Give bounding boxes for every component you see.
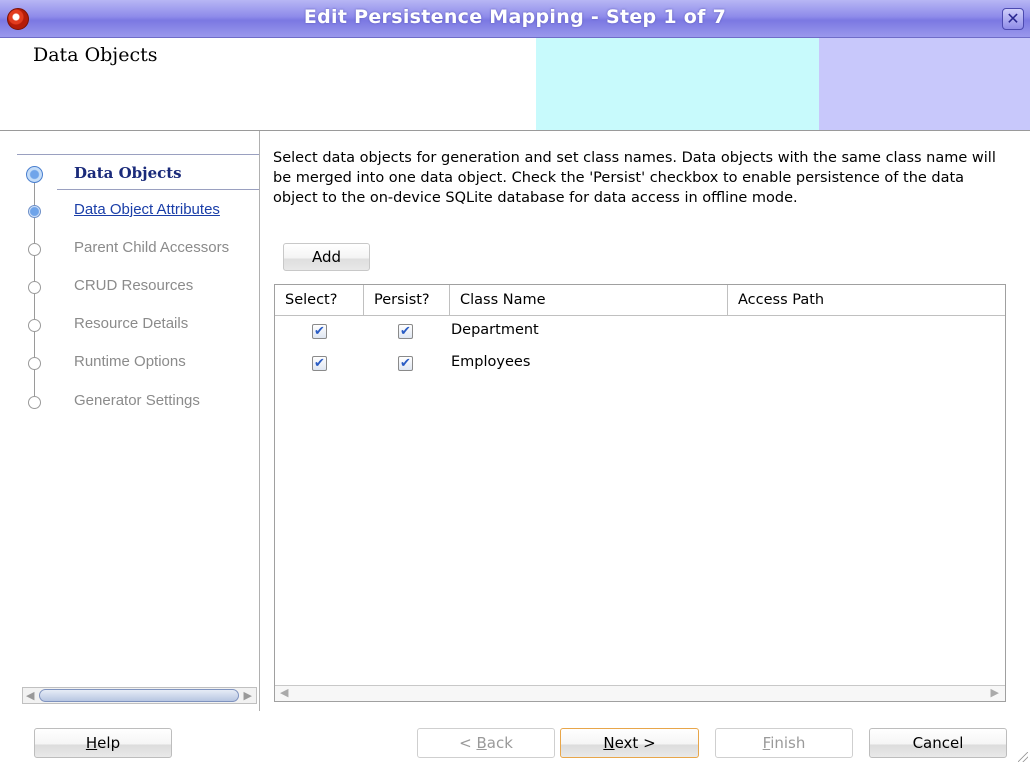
persist-checkbox[interactable]: ✔ bbox=[398, 356, 413, 371]
next-button[interactable]: Next > bbox=[560, 728, 699, 758]
finish-button[interactable]: Finish bbox=[715, 728, 853, 758]
nav-step-label: Data Objects bbox=[74, 164, 182, 182]
add-button[interactable]: Add bbox=[283, 243, 370, 271]
step-pending-icon bbox=[28, 357, 41, 370]
resize-grip-icon[interactable] bbox=[1018, 752, 1028, 762]
nav-selection-divider bbox=[57, 189, 259, 190]
nav-step-generator-settings: Generator Settings bbox=[17, 386, 259, 416]
step-pending-icon bbox=[28, 396, 41, 409]
window-title: Edit Persistence Mapping - Step 1 of 7 bbox=[303, 6, 727, 28]
panel-divider bbox=[259, 131, 260, 711]
scroll-right-icon[interactable]: ▶ bbox=[244, 689, 252, 702]
cancel-button[interactable]: Cancel bbox=[869, 728, 1007, 758]
column-header-access-path[interactable]: Access Path bbox=[728, 285, 1005, 316]
help-mnemonic: H bbox=[85, 734, 98, 752]
next-mnemonic: N bbox=[603, 734, 615, 752]
nav-step-crud-resources: CRUD Resources bbox=[17, 271, 259, 301]
select-checkbox[interactable]: ✔ bbox=[312, 356, 327, 371]
header-decoration-cyan bbox=[536, 38, 819, 130]
scroll-right-icon[interactable]: ▶ bbox=[991, 686, 999, 699]
help-button[interactable]: Help bbox=[34, 728, 172, 758]
title-bar: Edit Persistence Mapping - Step 1 of 7 ✕ bbox=[0, 0, 1030, 38]
close-icon[interactable]: ✕ bbox=[1002, 8, 1024, 30]
column-header-select[interactable]: Select? bbox=[275, 285, 364, 316]
table-header: Select? Persist? Class Name Access Path bbox=[275, 285, 1005, 316]
data-objects-table: Select? Persist? Class Name Access Path … bbox=[274, 284, 1006, 702]
nav-step-runtime-options: Runtime Options bbox=[17, 347, 259, 377]
back-button[interactable]: < Back bbox=[417, 728, 555, 758]
nav-step-label: Resource Details bbox=[74, 315, 189, 332]
scrollbar-thumb[interactable] bbox=[39, 689, 239, 702]
nav-step-label: Parent Child Accessors bbox=[74, 239, 230, 256]
nav-step-label: Generator Settings bbox=[74, 392, 200, 409]
step-pending-icon bbox=[28, 243, 41, 256]
help-label: elp bbox=[97, 734, 121, 752]
class-name-cell[interactable]: Employees bbox=[451, 354, 530, 370]
finish-label: inish bbox=[770, 734, 806, 752]
table-row[interactable]: ✔ ✔ Department bbox=[275, 316, 1005, 348]
step-pending-icon bbox=[28, 319, 41, 332]
persist-checkbox[interactable]: ✔ bbox=[398, 324, 413, 339]
nav-step-data-object-attributes[interactable]: Data Object Attributes bbox=[17, 195, 259, 225]
nav-step-label: Runtime Options bbox=[74, 353, 186, 370]
next-label: ext > bbox=[614, 734, 656, 752]
select-checkbox[interactable]: ✔ bbox=[312, 324, 327, 339]
nav-step-resource-details: Resource Details bbox=[17, 309, 259, 339]
column-header-persist[interactable]: Persist? bbox=[364, 285, 450, 316]
class-name-cell[interactable]: Department bbox=[451, 322, 539, 338]
table-row[interactable]: ✔ ✔ Employees bbox=[275, 348, 1005, 380]
nav-step-label: CRUD Resources bbox=[74, 277, 194, 294]
step-visited-icon bbox=[28, 205, 41, 218]
back-label: ack bbox=[486, 734, 513, 752]
page-title: Data Objects bbox=[33, 44, 158, 66]
step-pending-icon bbox=[28, 281, 41, 294]
nav-step-label: Data Object Attributes bbox=[74, 201, 220, 218]
nav-horizontal-scrollbar[interactable]: ◀ ▶ bbox=[22, 687, 257, 704]
back-mnemonic: B bbox=[476, 734, 487, 752]
scroll-left-icon[interactable]: ◀ bbox=[280, 686, 288, 699]
header-decoration-lavender bbox=[819, 38, 1030, 130]
scroll-left-icon[interactable]: ◀ bbox=[26, 689, 34, 702]
back-prefix: < bbox=[459, 734, 477, 752]
wizard-step-nav: Data Objects Data Object Attributes Pare… bbox=[17, 131, 259, 711]
column-header-class-name[interactable]: Class Name bbox=[450, 285, 728, 316]
table-horizontal-scrollbar[interactable]: ◀ ▶ bbox=[275, 685, 1005, 701]
nav-step-data-objects[interactable]: Data Objects bbox=[17, 158, 259, 188]
step-description: Select data objects for generation and s… bbox=[273, 150, 996, 206]
nav-top-divider bbox=[17, 154, 259, 155]
nav-step-parent-child-accessors: Parent Child Accessors bbox=[17, 233, 259, 263]
step-current-icon bbox=[26, 166, 43, 183]
